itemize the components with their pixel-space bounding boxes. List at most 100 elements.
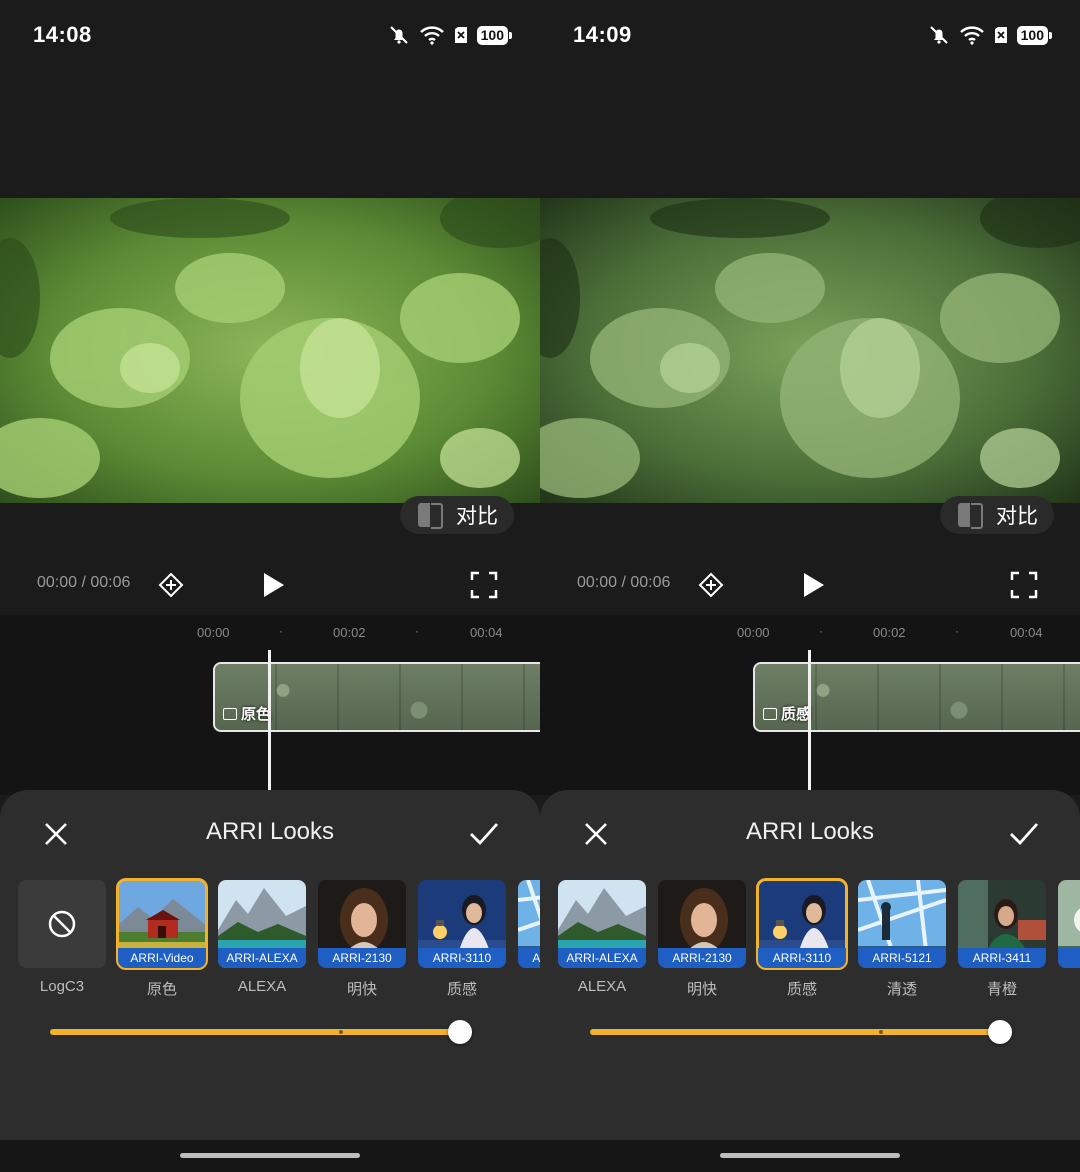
sim-icon: [454, 27, 467, 43]
filter-name: 明快: [346, 981, 377, 998]
wifi-icon: [419, 26, 444, 45]
looks-sheet: ARRI Looks ARRI-ALEXA ALEXA ARRI-2130 明快 ARR…: [540, 790, 1080, 1140]
sheet-title: ARRI Looks: [205, 818, 335, 845]
filter-thumbnail: ARRI-3110: [756, 878, 848, 970]
compare-icon: [416, 502, 446, 529]
filter-list[interactable]: LogC3 ARRI-Video 原色 ARRI-ALEXA ALEXA ARRI-213…: [0, 878, 540, 1010]
clip-filter-name: 原色: [241, 706, 272, 723]
ruler-dot: ·: [955, 624, 959, 638]
filter-tag: ARRI-2130: [658, 948, 746, 968]
filter-tag: ARRI-Video: [118, 948, 206, 968]
filter-name: 清透: [886, 981, 917, 998]
keyframe-icon[interactable]: [158, 572, 184, 598]
filter-thumbnail: ARRI-5121: [858, 880, 946, 968]
fullscreen-icon[interactable]: [1010, 571, 1038, 599]
fullscreen-icon[interactable]: [470, 571, 498, 599]
lut-icon: [223, 707, 237, 720]
filter-item[interactable]: ARRI-2130 明快: [658, 880, 746, 999]
status-icons: 100: [928, 24, 1053, 46]
filter-tag: ARRI: [1058, 948, 1080, 968]
filter-thumbnail: ARRI-5121: [518, 880, 540, 968]
clip-filter-name: 质感: [781, 706, 812, 723]
keyframe-icon[interactable]: [698, 572, 724, 598]
filter-thumbnail: ARRI-2130: [318, 880, 406, 968]
filter-thumbnail: ARRI: [1058, 880, 1080, 968]
timecode: 00:00 / 00:06: [37, 574, 131, 591]
filter-thumbnail: ARRI-ALEXA: [558, 880, 646, 968]
compare-button[interactable]: 对比: [400, 496, 514, 534]
filter-item[interactable]: ARRI-5121 清透: [858, 880, 946, 999]
playhead[interactable]: [808, 650, 811, 795]
video-preview[interactable]: [0, 198, 540, 503]
ruler-dot: ·: [279, 624, 283, 638]
intensity-slider[interactable]: [590, 1020, 1012, 1044]
filter-item[interactable]: ARRI-5121: [518, 880, 540, 978]
compare-label: 对比: [996, 505, 1038, 528]
play-icon[interactable]: [258, 570, 288, 600]
ruler-tick: 00:04: [470, 625, 503, 640]
looks-sheet: ARRI Looks LogC3 ARRI-Video 原色 ARRI-ALEXA AL…: [0, 790, 540, 1140]
filter-tag: ARRI-3411: [958, 948, 1046, 968]
compare-icon: [956, 502, 986, 529]
wifi-icon: [959, 26, 984, 45]
nav-bar: [540, 1140, 1080, 1172]
timeline[interactable]: 00:00 · 00:02 · 00:04 原色: [0, 615, 540, 795]
filter-list[interactable]: ARRI-ALEXA ALEXA ARRI-2130 明快 ARRI-3110 质感 ARR…: [540, 878, 1080, 1010]
filter-thumbnail: ARRI-ALEXA: [218, 880, 306, 968]
filter-item[interactable]: ARRI-ALEXA ALEXA: [558, 880, 646, 995]
compare-button[interactable]: 对比: [940, 496, 1054, 534]
playhead[interactable]: [268, 650, 271, 795]
ruler-tick: 00:02: [333, 625, 366, 640]
check-icon[interactable]: [1008, 820, 1040, 848]
video-preview[interactable]: [540, 198, 1080, 503]
filter-item[interactable]: LogC3: [18, 880, 106, 995]
sim-icon: [994, 27, 1007, 43]
sheet-title: ARRI Looks: [745, 818, 875, 845]
check-icon[interactable]: [468, 820, 500, 848]
panel-left: 14:08 100 对比 00:00 / 00:06 00:00 · 00:02…: [0, 0, 540, 1172]
filter-tag: ARRI-ALEXA: [558, 948, 646, 968]
clip-label: 质感: [763, 703, 811, 724]
filter-item[interactable]: ARRI-ALEXA ALEXA: [218, 880, 306, 995]
filter-tag: ARRI-3110: [758, 948, 846, 968]
mute-bell-icon: [929, 26, 948, 44]
filter-tag: ARRI-ALEXA: [218, 948, 306, 968]
filter-item[interactable]: ARRI-3411 青橙: [958, 880, 1046, 999]
playback-controls: 00:00 / 00:06: [540, 565, 1080, 605]
ruler-tick: 00:02: [873, 625, 906, 640]
home-indicator[interactable]: [720, 1153, 900, 1158]
status-icons: 100: [388, 24, 513, 46]
filter-name: 质感: [786, 981, 817, 998]
panel-right: 14:09 100 对比 00:00 / 00:06 00:00 · 00:02…: [540, 0, 1080, 1172]
video-clip[interactable]: 原色: [213, 662, 540, 732]
filter-thumbnail: ARRI-3110: [418, 880, 506, 968]
filter-item[interactable]: ARRI 清: [1058, 880, 1080, 999]
filter-item[interactable]: ARRI-3110 质感: [418, 880, 506, 999]
play-icon[interactable]: [798, 570, 828, 600]
filter-name: ALEXA: [577, 978, 627, 995]
filter-tag: ARRI-5121: [858, 948, 946, 968]
battery-indicator: 100: [1016, 25, 1053, 45]
filter-thumbnail: ARRI-2130: [658, 880, 746, 968]
filter-thumbnail: ARRI-Video: [116, 878, 208, 970]
timeline[interactable]: 00:00 · 00:02 · 00:04 质感: [540, 615, 1080, 795]
ruler-tick: 00:00: [197, 625, 230, 640]
filter-item[interactable]: ARRI-3110 质感: [756, 878, 848, 999]
mute-bell-icon: [389, 26, 408, 44]
filter-item[interactable]: ARRI-Video 原色: [116, 878, 208, 999]
filter-item[interactable]: ARRI-2130 明快: [318, 880, 406, 999]
compare-label: 对比: [456, 505, 498, 528]
home-indicator[interactable]: [180, 1153, 360, 1158]
video-clip[interactable]: 质感: [753, 662, 1080, 732]
status-time: 14:09: [573, 22, 632, 47]
ruler-dot: ·: [415, 624, 419, 638]
no-filter-icon: [48, 910, 76, 938]
nav-bar: [0, 1140, 540, 1172]
filter-name: 明快: [686, 981, 717, 998]
ruler-tick: 00:04: [1010, 625, 1043, 640]
intensity-slider[interactable]: [50, 1020, 472, 1044]
timecode: 00:00 / 00:06: [577, 574, 671, 591]
filter-thumbnail: ARRI-3411: [958, 880, 1046, 968]
filter-name: ALEXA: [237, 978, 287, 995]
clip-label: 原色: [223, 703, 271, 724]
